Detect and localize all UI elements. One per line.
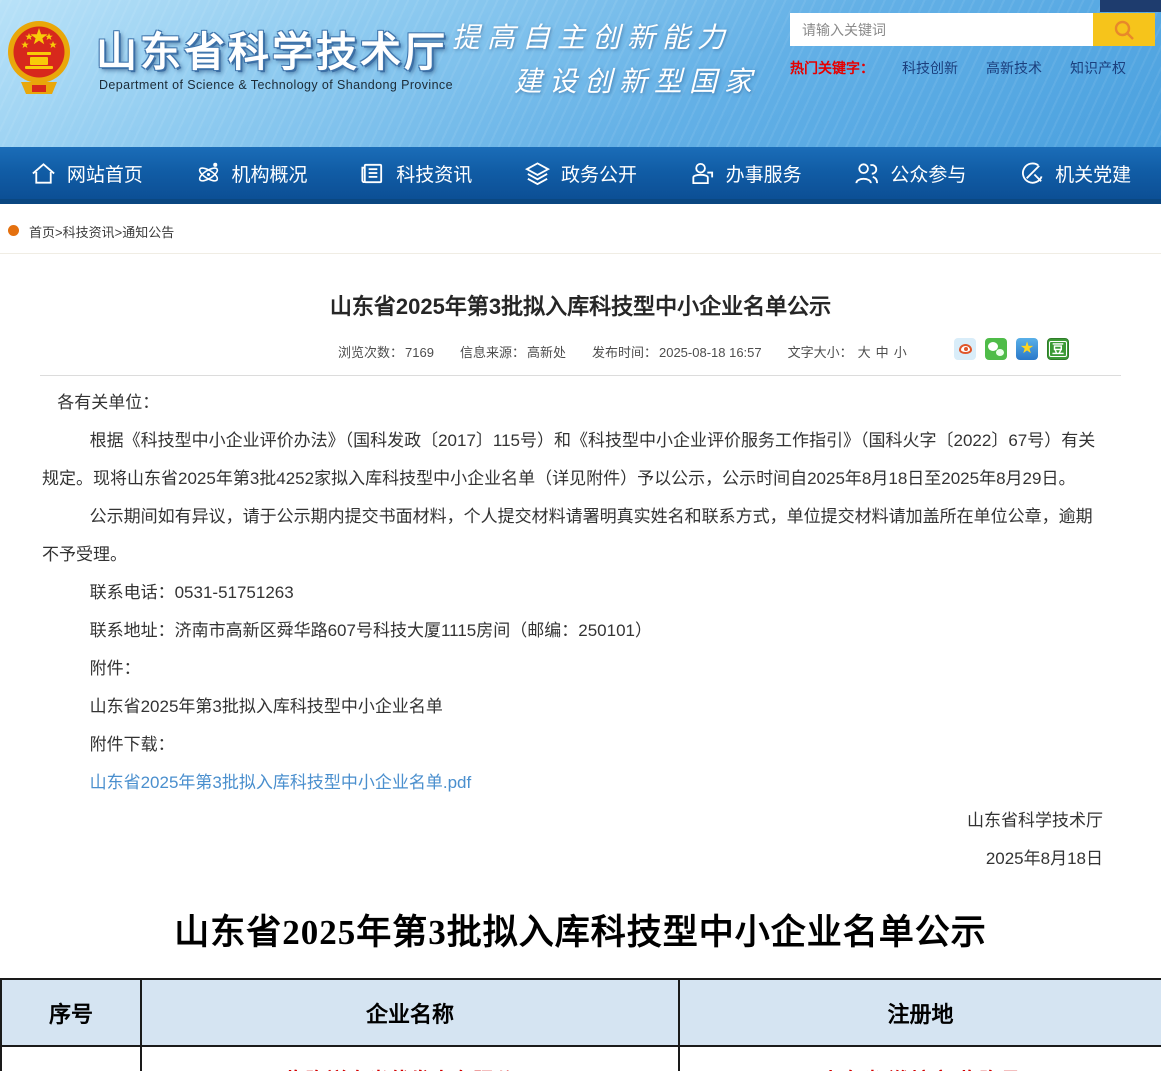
nav-label: 政务公开 <box>561 160 637 187</box>
fontsize-large-button[interactable]: 大 <box>858 345 871 360</box>
table-header-row: 序号 企业名称 注册地 <box>1 979 1161 1046</box>
nav-label: 机关党建 <box>1055 160 1131 187</box>
douban-share-icon[interactable]: 豆 <box>1047 338 1069 360</box>
search-button[interactable] <box>1093 13 1155 46</box>
main-nav: 网站首页 机构概况 科技资讯 政务公开 办事服务 <box>0 147 1161 199</box>
roster-table: 序号 企业名称 注册地 1489 临朐祥泰光伏发电有限公司 山东省/潍坊市/临朐… <box>0 978 1161 1071</box>
meta-source: 信息来源：高新处 <box>460 342 566 361</box>
nav-label: 办事服务 <box>726 160 802 187</box>
nav-item-about[interactable]: 机构概况 <box>195 160 308 187</box>
paragraph-attachment-name: 山东省2025年第3批拟入库科技型中小企业名单 <box>42 688 1103 726</box>
corner-decoration <box>1100 0 1161 12</box>
weibo-share-icon[interactable] <box>954 338 976 360</box>
views-label: 浏览次数： <box>338 345 403 360</box>
search-icon <box>1112 18 1136 42</box>
nav-label: 机构概况 <box>232 160 308 187</box>
wechat-share-icon[interactable] <box>985 338 1007 360</box>
nav-item-party-building[interactable]: 机关党建 <box>1018 160 1131 187</box>
article-meta-row: 浏览次数：7169 信息来源：高新处 发布时间：2025-08-18 16:57… <box>0 338 1161 362</box>
hot-keyword-tech-innovation[interactable]: 科技创新 <box>902 58 958 78</box>
cell-company: 临朐祥泰光伏发电有限公司 <box>141 1046 679 1071</box>
breadcrumb-home[interactable]: 首页 <box>29 225 55 240</box>
atom-icon <box>195 160 222 187</box>
breadcrumb-separator: > <box>55 225 63 240</box>
share-icons: ★ 豆 <box>954 338 1069 360</box>
cell-index: 1489 <box>1 1046 141 1071</box>
nav-item-services[interactable]: 办事服务 <box>689 160 802 187</box>
hot-keywords-label: 热门关键字： <box>790 58 874 78</box>
weibo-glyph <box>959 344 972 354</box>
time-label: 发布时间： <box>592 345 657 360</box>
breadcrumb-bar: 首页>科技资讯>通知公告 <box>0 204 1161 254</box>
cell-location: 山东省/潍坊市/临朐县 <box>679 1046 1161 1071</box>
search-input[interactable] <box>790 13 1093 46</box>
wechat-bubble-small <box>996 349 1004 356</box>
views-value: 7169 <box>405 345 434 360</box>
table-row: 1489 临朐祥泰光伏发电有限公司 山东省/潍坊市/临朐县 <box>1 1046 1161 1071</box>
breadcrumb-news[interactable]: 科技资讯 <box>63 225 115 240</box>
hot-keyword-high-tech[interactable]: 高新技术 <box>986 58 1042 78</box>
slogan-line-2: 建设创新型国家 <box>514 60 759 104</box>
paragraph-download-label: 附件下载： <box>42 726 1103 764</box>
paragraph-objection: 公示期间如有异议，请于公示期内提交书面材料，个人提交材料请署明真实姓名和联系方式… <box>42 498 1103 574</box>
breadcrumb-dot-icon <box>8 225 19 236</box>
slogan-line-1: 提高自主创新能力 <box>452 16 759 60</box>
home-icon <box>30 160 57 187</box>
search-box <box>790 13 1155 46</box>
paragraph-address: 联系地址：济南市高新区舜华路607号科技大厦1115房间（邮编：250101） <box>42 612 1103 650</box>
fontsize-small-button[interactable]: 小 <box>894 345 907 360</box>
breadcrumb-notices[interactable]: 通知公告 <box>122 225 174 240</box>
douban-glyph: 豆 <box>1049 341 1067 357</box>
nav-item-news[interactable]: 科技资讯 <box>359 160 472 187</box>
fontsize-medium-button[interactable]: 中 <box>876 345 889 360</box>
paragraph-salutation: 各有关单位： <box>42 384 1103 422</box>
paragraph-phone: 联系电话：0531-51751263 <box>42 574 1103 612</box>
article-title: 山东省2025年第3批拟入库科技型中小企业名单公示 <box>0 289 1161 321</box>
signature-org: 山东省科学技术厅 <box>0 802 1103 840</box>
site-header: 山东省科学技术厅 Department of Science & Technol… <box>0 0 1161 147</box>
fontsize-label: 文字大小： <box>788 345 853 360</box>
time-value: 2025-08-18 16:57 <box>659 345 762 360</box>
nav-item-gov-disclosure[interactable]: 政务公开 <box>524 160 637 187</box>
nav-item-home[interactable]: 网站首页 <box>30 160 143 187</box>
party-emblem-icon <box>1018 160 1045 187</box>
layers-icon <box>524 160 551 187</box>
person-badge-icon <box>689 160 716 187</box>
nav-item-public-participation[interactable]: 公众参与 <box>853 160 966 187</box>
meta-publish-time: 发布时间：2025-08-18 16:57 <box>592 342 762 361</box>
qzone-star-glyph: ★ <box>1020 341 1034 357</box>
source-value: 高新处 <box>527 345 566 360</box>
site-subtitle: Department of Science & Technology of Sh… <box>99 78 453 92</box>
breadcrumb: 首页>科技资讯>通知公告 <box>29 222 174 241</box>
column-header-location: 注册地 <box>679 979 1161 1046</box>
nav-label: 科技资讯 <box>396 160 472 187</box>
paragraph-download-link: 山东省2025年第3批拟入库科技型中小企业名单.pdf <box>42 764 1103 802</box>
site-title: 山东省科学技术厅 <box>96 18 448 78</box>
qzone-share-icon[interactable]: ★ <box>1016 338 1038 360</box>
paragraph-attachment-label: 附件： <box>42 650 1103 688</box>
column-header-index: 序号 <box>1 979 141 1046</box>
news-icon <box>359 160 386 187</box>
people-icon <box>853 160 880 187</box>
hot-keyword-ip[interactable]: 知识产权 <box>1070 58 1126 78</box>
attachment-pdf-link[interactable]: 山东省2025年第3批拟入库科技型中小企业名单.pdf <box>90 773 472 792</box>
site-slogan: 提高自主创新能力 建设创新型国家 <box>452 16 759 104</box>
roster-title: 山东省2025年第3批拟入库科技型中小企业名单公示 <box>0 904 1161 955</box>
meta-views: 浏览次数：7169 <box>338 342 434 361</box>
meta-font-size: 文字大小： 大中小 <box>788 342 907 361</box>
national-emblem-logo <box>8 8 70 108</box>
paragraph-basis: 根据《科技型中小企业评价办法》（国科发政〔2017〕115号）和《科技型中小企业… <box>42 422 1103 498</box>
hot-keywords-row: 热门关键字： 科技创新 高新技术 知识产权 <box>790 58 1126 78</box>
column-header-company: 企业名称 <box>141 979 679 1046</box>
nav-label: 公众参与 <box>890 160 966 187</box>
article-signature: 山东省科学技术厅 2025年8月18日 <box>0 802 1161 878</box>
nav-label: 网站首页 <box>67 160 143 187</box>
signature-date: 2025年8月18日 <box>0 840 1103 878</box>
article-body: 各有关单位： 根据《科技型中小企业评价办法》（国科发政〔2017〕115号）和《… <box>0 376 1161 802</box>
source-label: 信息来源： <box>460 345 525 360</box>
